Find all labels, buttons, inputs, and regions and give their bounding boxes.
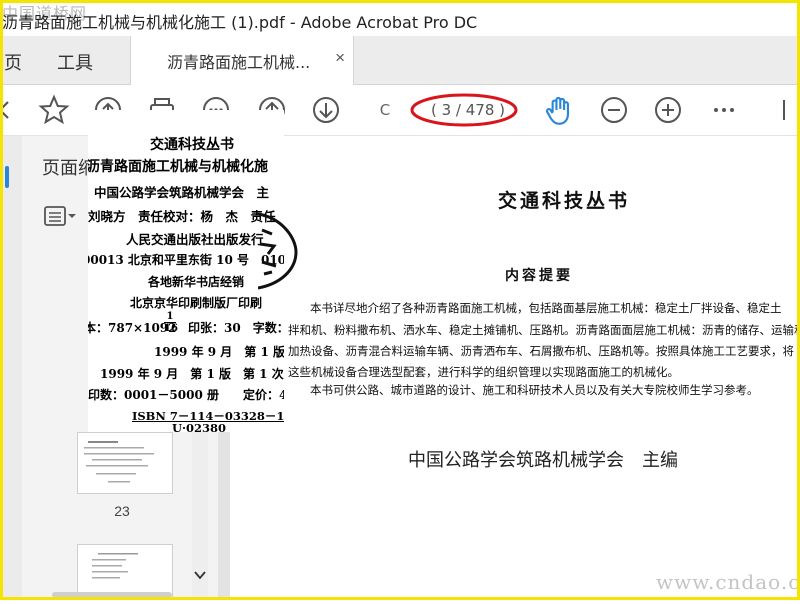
nav-strip: [0, 136, 22, 600]
card-line: 各地新华书店经销: [148, 275, 245, 289]
close-icon[interactable]: ×: [335, 48, 345, 68]
copyright-page-overlay: 交通科技丛书 沥青路面施工机械与机械化施 中国公路学会筑路机械学会 主 刘晓方 …: [88, 110, 284, 432]
thumbnail-content: [84, 441, 154, 483]
summary-line: 本书详尽地介绍了各种沥青路面施工机械，包括路面基层施工机械：稳定土厂拌设备、稳定…: [310, 301, 782, 315]
summary-line: 加热设备、沥青混合料运输车辆、沥青洒布车、石屑撒布机、压路机等。按照具体施工工艺…: [288, 344, 794, 358]
title-bar: 中国道桥网 沥青路面施工机械与机械化施工 (1).pdf - Adobe Acr…: [0, 0, 800, 36]
series-title: 交通科技丛书: [498, 190, 631, 212]
card-line: 1999 年 9 月 第 1 版 第 1 次印刷: [100, 367, 284, 381]
summary-line: 本书可供公路、城市道路的设计、施工和科研技术人员以及有关大专院校师生学习参考。: [310, 383, 759, 397]
card-line: 北京京华印刷制版厂印刷: [130, 296, 263, 310]
card-line: 交通科技丛书: [150, 137, 234, 153]
tab-home[interactable]: 页: [4, 49, 22, 75]
page-thumbnail[interactable]: [77, 432, 173, 494]
page-number-input[interactable]: C: [370, 97, 400, 123]
zoom-out-icon[interactable]: [598, 94, 630, 126]
tab-bar: 页 工具 沥青路面施工机械... ×: [0, 36, 800, 85]
window-title: 沥青路面施工机械与机械化施工 (1).pdf - Adobe Acrobat P…: [2, 13, 478, 32]
page-count-highlight: [410, 93, 518, 127]
card-line: 1999 年 9 月 第 1 版: [154, 345, 284, 359]
fraction-denominator: 16: [164, 322, 178, 334]
thumbnail-content-next: [92, 553, 138, 579]
summary-heading: 内容提要: [505, 268, 573, 284]
card-line: 刘晓方 责任校对：杨 杰 责任: [88, 209, 276, 224]
class-number: U·02380: [172, 421, 227, 432]
hand-tool-icon[interactable]: [542, 94, 576, 128]
card-line: 00013 北京和平里东街 10 号 010: [88, 253, 284, 267]
horizontal-scrollbar[interactable]: [52, 592, 172, 598]
tab-document-label: 沥青路面施工机械...: [167, 53, 311, 72]
toolbar-overflow-icon[interactable]: [780, 94, 800, 126]
card-line: 印张：30 字数：: [188, 321, 284, 335]
card-line: 印数：0001－5000 册 定价：45.00: [88, 388, 284, 402]
tab-document[interactable]: 沥青路面施工机械... ×: [130, 36, 354, 85]
fraction-numerator: 1: [166, 311, 174, 322]
summary-line: 拌和机、粉料撒布机、洒水车、稳定土摊铺机、压路机。沥青路面面层施工机械：沥青的储…: [288, 323, 800, 337]
active-panel-marker: [5, 166, 9, 188]
star-icon[interactable]: [38, 94, 70, 126]
options-list-icon[interactable]: [44, 206, 76, 230]
arrow-down-circle-icon[interactable]: [310, 94, 342, 126]
more-dots-icon[interactable]: [708, 94, 740, 126]
chevron-down-icon[interactable]: [193, 568, 207, 582]
publisher-line: 中国公路学会筑路机械学会 主编: [408, 450, 678, 471]
tab-tools[interactable]: 工具: [57, 49, 93, 75]
card-line: 沥青路面施工机械与机械化施: [88, 159, 268, 175]
card-line: 中国公路学会筑路机械学会 主: [94, 185, 270, 200]
back-icon[interactable]: [0, 94, 22, 126]
zoom-in-icon[interactable]: [652, 94, 684, 126]
card-fraction: 1 16: [164, 311, 178, 334]
summary-line: 这些机械设备合理选型配套，进行科学的组织管理以实现路面施工的机械化。: [288, 365, 679, 379]
thumbnail-page-number: 23: [114, 503, 130, 519]
stamp-seal: [258, 212, 298, 290]
site-watermark: www.cndao.com: [656, 570, 800, 594]
card-line: 人民交通出版社出版发行: [126, 232, 264, 247]
